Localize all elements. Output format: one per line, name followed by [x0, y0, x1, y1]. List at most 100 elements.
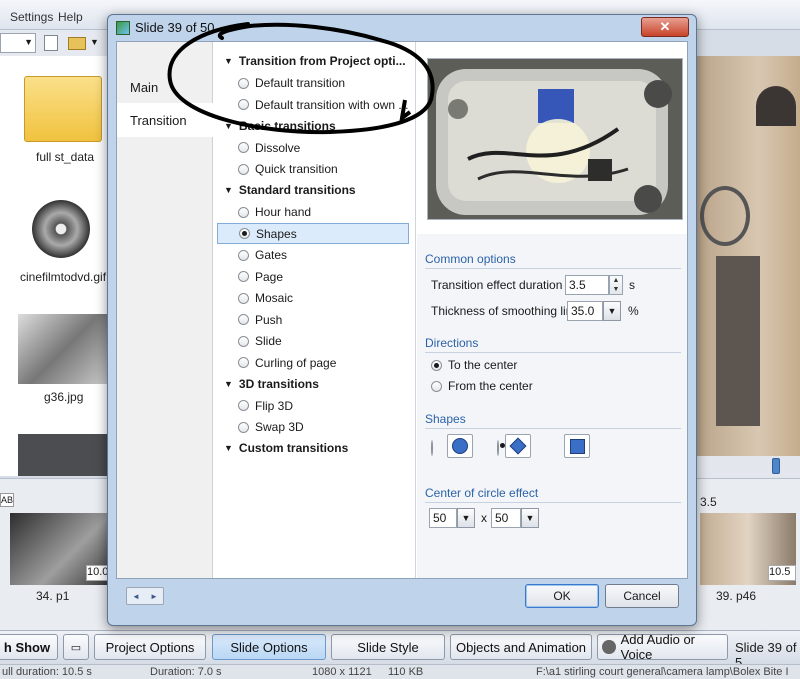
tree-item[interactable]: Slide [217, 331, 409, 352]
circle-shape-icon [452, 438, 468, 454]
duration-label: Transition effect duration [431, 278, 563, 292]
tree-group[interactable]: ▼ Standard transitions [224, 183, 356, 197]
ab-button[interactable]: AB [0, 493, 14, 507]
radio-icon[interactable] [238, 77, 249, 89]
radio-icon[interactable] [238, 292, 249, 304]
tree-item[interactable]: Default transition [217, 73, 409, 94]
collapse-icon[interactable]: ▼ [224, 379, 233, 389]
file-name[interactable]: full st_data [36, 150, 94, 164]
collapse-icon[interactable]: ▼ [224, 121, 233, 131]
prev-icon[interactable]: ◄ [132, 592, 140, 601]
dropdown-arrow-icon[interactable]: ▼ [90, 37, 99, 47]
radio-icon[interactable] [431, 440, 433, 456]
tree-item[interactable]: Page [217, 266, 409, 287]
ok-button[interactable]: OK [525, 584, 599, 608]
radio-icon[interactable] [238, 314, 249, 325]
diamond-shape-button[interactable] [505, 434, 531, 458]
slide-show-button[interactable]: h Show [0, 634, 58, 660]
radio-icon[interactable] [238, 206, 249, 218]
radio-icon[interactable] [431, 380, 442, 392]
project-options-button[interactable]: Project Options [94, 634, 206, 660]
tree-item[interactable]: Gates [217, 245, 409, 266]
center-x-input[interactable]: 50 [429, 508, 457, 528]
tree-group[interactable]: ▼ Custom transitions [224, 441, 348, 455]
close-button[interactable]: ✕ [641, 17, 689, 37]
chevron-down-icon[interactable]: ▼ [521, 508, 539, 528]
app-icon [116, 21, 130, 35]
direction-from-center[interactable]: From the center [431, 379, 533, 393]
radio-icon[interactable] [238, 335, 249, 347]
drive-combo[interactable]: ▼ [0, 33, 36, 53]
smoothing-unit: % [628, 304, 639, 318]
chevron-down-icon[interactable]: ▼ [603, 301, 621, 321]
chevron-down-icon[interactable]: ▼ [457, 508, 475, 528]
slide-duration: 10.5 [768, 565, 796, 581]
menu-settings[interactable]: Settings [10, 10, 53, 24]
duration-spinner[interactable]: ▲ ▼ [609, 275, 623, 295]
direction-to-center[interactable]: To the center [431, 358, 517, 372]
radio-icon[interactable] [238, 400, 249, 411]
tree-item[interactable]: Quick transition [217, 159, 409, 180]
slide-preview [427, 58, 683, 220]
tree-item-label: Shapes [256, 226, 297, 241]
section-directions: Directions [425, 336, 479, 350]
collapse-icon[interactable]: ▼ [224, 443, 233, 453]
slide-nav-buttons[interactable]: ◄ ► [126, 587, 164, 605]
preview-icon[interactable]: ▭ [63, 634, 89, 660]
add-audio-button[interactable]: Add Audio or Voice [597, 632, 728, 662]
chevron-down-icon: ▼ [24, 37, 33, 47]
slide-options-button[interactable]: Slide Options [212, 634, 326, 660]
collapse-icon[interactable]: ▼ [224, 56, 233, 66]
section-common-options: Common options [425, 252, 516, 266]
circle-shape-button[interactable] [447, 434, 473, 458]
tree-item-label: Default transition with own ... [255, 97, 409, 112]
radio-icon[interactable] [238, 99, 249, 110]
open-folder-icon[interactable] [68, 37, 86, 50]
radio-icon[interactable] [238, 142, 249, 153]
menu-help[interactable]: Help [58, 10, 83, 24]
file-name[interactable]: cinefilmtodvd.gif [20, 270, 106, 284]
zoom-slider-track[interactable] [696, 456, 800, 478]
radio-icon[interactable] [497, 440, 499, 456]
tree-item[interactable]: Push [217, 309, 409, 330]
tree-item[interactable]: Curling of page [217, 352, 409, 373]
radio-icon[interactable] [238, 271, 249, 282]
transition-tree: ▼ Transition from Project opti... Default … [214, 42, 416, 578]
duration-input[interactable]: 3.5 [565, 275, 609, 295]
cancel-button[interactable]: Cancel [605, 584, 679, 608]
file-name[interactable]: g36.jpg [44, 390, 83, 404]
collapse-icon[interactable]: ▼ [224, 185, 233, 195]
smoothing-input[interactable]: 35.0 [567, 301, 603, 321]
image-thumbnail[interactable] [18, 314, 110, 384]
next-icon[interactable]: ► [150, 592, 158, 601]
radio-icon[interactable] [431, 359, 442, 371]
radio-icon[interactable] [239, 228, 250, 239]
objects-animation-button[interactable]: Objects and Animation [450, 634, 592, 660]
tree-item[interactable]: Flip 3D [217, 395, 409, 416]
radio-icon[interactable] [238, 163, 249, 175]
slide-style-button[interactable]: Slide Style [331, 634, 445, 660]
zoom-slider-thumb[interactable] [772, 458, 780, 474]
tree-item[interactable]: Default transition with own ... [217, 94, 409, 115]
tree-item-label: Flip 3D [255, 398, 294, 413]
square-shape-button[interactable] [564, 434, 590, 458]
radio-icon[interactable] [238, 357, 249, 368]
film-reel-icon[interactable] [32, 200, 90, 258]
new-file-icon[interactable] [44, 35, 58, 51]
tree-group[interactable]: ▼ 3D transitions [224, 377, 319, 391]
tree-item-label: Slide [255, 334, 282, 348]
radio-icon[interactable] [238, 421, 249, 433]
folder-icon[interactable] [24, 76, 102, 142]
tree-item[interactable]: Dissolve [217, 137, 409, 158]
tree-item[interactable]: Shapes [217, 223, 409, 244]
image-thumbnail[interactable] [18, 434, 110, 476]
tree-group[interactable]: ▼ Basic transitions [224, 119, 336, 133]
tree-group[interactable]: ▼ Transition from Project opti... [224, 54, 406, 68]
tab-main[interactable]: Main [117, 70, 213, 104]
tree-item[interactable]: Swap 3D [217, 417, 409, 438]
tab-transition[interactable]: Transition [117, 103, 213, 137]
center-y-input[interactable]: 50 [491, 508, 521, 528]
tree-item[interactable]: Hour hand [217, 202, 409, 223]
radio-icon[interactable] [238, 249, 249, 261]
tree-item[interactable]: Mosaic [217, 288, 409, 309]
